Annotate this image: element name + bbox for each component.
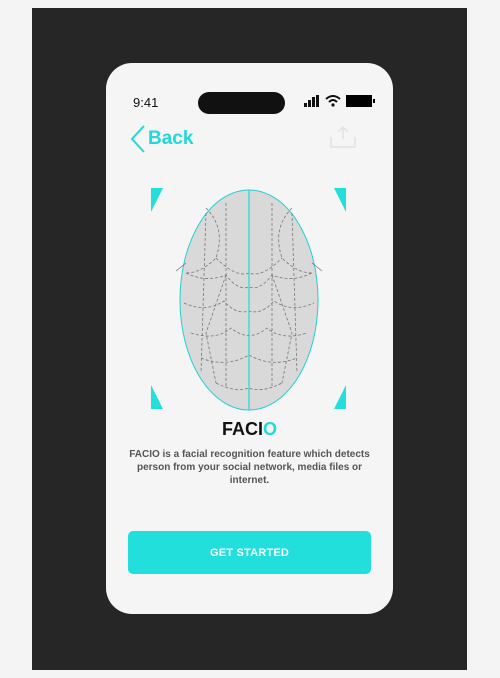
scan-corner-top-left bbox=[151, 188, 163, 212]
brand-title: FACIO bbox=[106, 419, 393, 440]
chevron-left-icon bbox=[130, 125, 145, 153]
share-button[interactable] bbox=[329, 125, 357, 154]
brand-name-accent: O bbox=[263, 419, 278, 439]
feature-description: FACIO is a facial recognition feature wh… bbox=[129, 449, 370, 486]
wifi-icon bbox=[325, 95, 341, 107]
status-icons bbox=[304, 95, 375, 107]
face-scan-illustration bbox=[151, 188, 346, 411]
signal-icon bbox=[304, 95, 319, 107]
brand-name-main: FACI bbox=[221, 419, 263, 439]
status-time: 9:41 bbox=[133, 95, 159, 110]
scan-corner-bottom-right bbox=[334, 385, 346, 409]
get-started-button[interactable]: GET STARTED bbox=[128, 531, 371, 574]
scan-corner-bottom-left bbox=[151, 385, 163, 409]
dynamic-island bbox=[198, 92, 285, 114]
back-button[interactable]: Back bbox=[130, 125, 193, 153]
battery-icon bbox=[346, 95, 375, 107]
scan-corner-top-right bbox=[334, 188, 346, 212]
back-label: Back bbox=[148, 128, 194, 149]
phone-screen: 9:41 Back FACIO FACIO is a facial recogn… bbox=[106, 63, 393, 614]
share-icon bbox=[330, 125, 356, 148]
